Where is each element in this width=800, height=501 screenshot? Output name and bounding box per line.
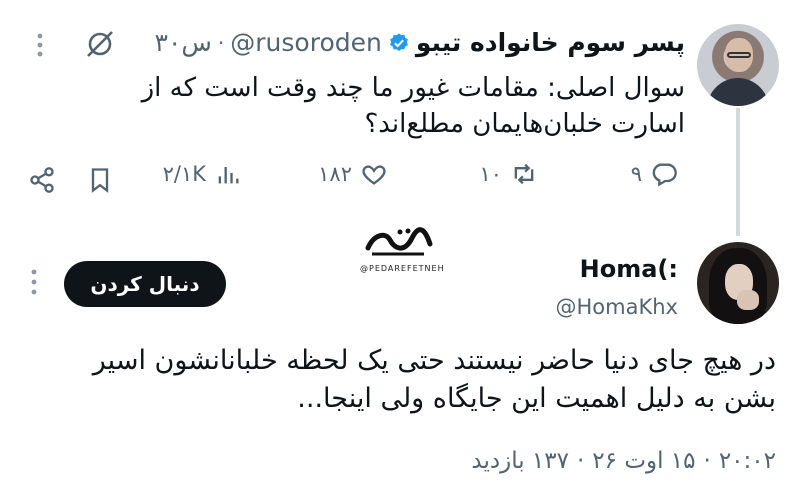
tweet-1-header: پسر سوم خانواده تیبو @rusoroden · ۳۰س <box>155 28 685 57</box>
repost-icon <box>514 163 534 185</box>
grok-icon[interactable] <box>82 26 118 62</box>
tweet-1-display-name[interactable]: پسر سوم خانواده تیبو <box>416 28 685 57</box>
views-icon <box>218 167 239 184</box>
tweet-1-handle[interactable]: @rusoroden <box>230 28 382 57</box>
views-action[interactable]: ۲/۱K <box>163 160 242 188</box>
tweet-1-action-bar: ۹ ۱۰ ۱۸۲ ۲/۱K <box>0 160 800 200</box>
watermark-logo: @PEDAREFETNEH <box>360 226 445 278</box>
reply-icon <box>652 163 677 187</box>
watermark-caption: @PEDAREFETNEH <box>360 264 445 273</box>
tweet-1-time[interactable]: ۳۰س <box>155 28 212 57</box>
views-count: ۲/۱K <box>162 162 206 186</box>
like-action[interactable]: ۱۸۲ <box>318 160 388 188</box>
watermark-mark <box>365 227 433 256</box>
repost-action[interactable]: ۱۰ <box>479 160 538 188</box>
tweet-2-date[interactable]: ۱۵ اوت ۲۶ <box>592 448 695 474</box>
separator-dot: · <box>217 30 225 55</box>
tweet-2-time[interactable]: ۲۰:۰۲ <box>719 448 776 474</box>
tweet-2-meta: ۲۰:۰۲ · ۱۵ اوت ۲۶ · ۱۳۷ بازدید <box>471 448 776 474</box>
tweet-2-text: در هیچ جای دنیا حاضر نیستند حتی یک لحظه … <box>92 345 776 414</box>
tweet-2-views: ۱۳۷ بازدید <box>471 448 569 474</box>
separator-dot: · <box>576 448 585 474</box>
avatar-homakhx[interactable] <box>697 242 779 324</box>
share-icon[interactable] <box>28 166 56 194</box>
reply-count: ۹ <box>630 162 642 186</box>
more-icon[interactable] <box>30 30 50 60</box>
repost-count: ۱۰ <box>479 162 502 186</box>
tweet-2-handle[interactable]: @HomaKhx <box>556 295 678 319</box>
avatar-rusoroden[interactable] <box>697 24 779 106</box>
tweet-1-text: سوال اصلی: مقامات غیور ما چند وقت است که… <box>141 73 685 139</box>
tweet-2-display-name[interactable]: Homa(: <box>580 255 678 283</box>
bookmark-icon[interactable] <box>86 166 114 194</box>
follow-button[interactable]: دنبال کردن <box>64 261 226 307</box>
reply-action[interactable]: ۹ <box>631 160 678 188</box>
separator-dot: · <box>703 448 711 474</box>
like-icon <box>362 165 386 185</box>
like-count: ۱۸۲ <box>318 162 352 186</box>
verified-icon <box>389 32 408 51</box>
more-icon[interactable] <box>24 264 44 300</box>
